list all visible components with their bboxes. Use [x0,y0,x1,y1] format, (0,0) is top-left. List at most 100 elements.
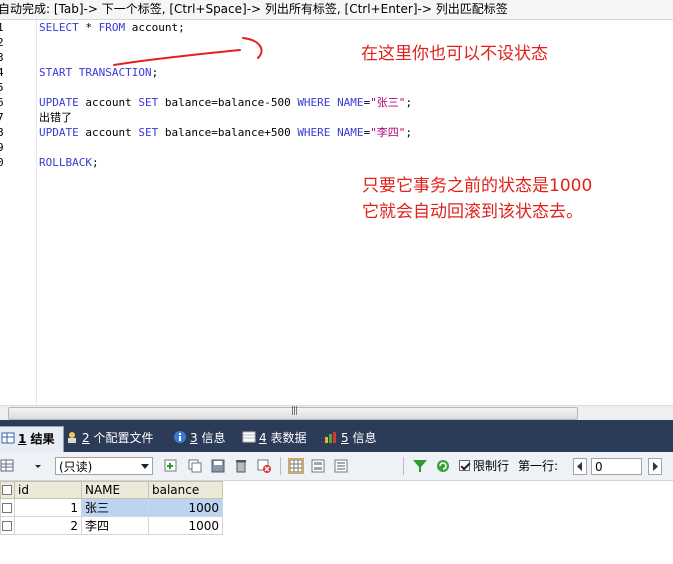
table-icon [242,428,256,443]
result-tabstrip: 1 结果 2 个配置文件 3 信息 4 表数据 5 信息 [0,420,673,452]
result-toolbar: (只读) 限制行 第一行: 0 [0,452,673,481]
tab-info-3[interactable]: 3 信息 [171,426,229,450]
tab-number: 3 [190,431,198,445]
sql-keyword: UPDATE [39,96,79,109]
cell-id[interactable]: 1 [14,498,82,517]
tab-number: 2 [82,431,90,445]
sql-keyword: NAME [337,96,364,109]
sql-keyword: SET [138,96,159,109]
editor-horizontal-scrollbar[interactable]: ||| [0,405,673,420]
add-row-icon[interactable] [163,458,179,474]
delete-icon[interactable] [233,458,249,474]
code-line-6[interactable]: UPDATE account SET balance=balance-500 W… [39,95,412,110]
table-row[interactable]: 2 李四 1000 [0,516,223,535]
info-icon [173,428,187,443]
toolbar-separator [403,457,404,475]
sql-keyword: NAME [337,126,364,139]
profile-icon [65,428,79,443]
tab-label: 信息 [352,431,377,445]
cell-balance[interactable]: 1000 [148,516,223,535]
tab-label: 表数据 [270,431,307,445]
line-number: 8 [0,126,4,139]
sql-text: balance=balance+500 [158,126,298,139]
sql-editor[interactable]: 1 2 3 4 5 6 7 8 9 0 SELECT * FROM accoun… [0,20,673,405]
line-number-gutter: 1 2 3 4 5 6 7 8 9 0 [0,20,37,405]
grid-view-icon[interactable] [0,458,16,474]
grip-icon: ||| [291,406,298,416]
sql-text: ; [91,156,99,169]
previous-page-button[interactable] [573,458,587,475]
select-all-cell[interactable] [0,481,15,499]
tab-label: 结果 [30,432,55,446]
cell-name[interactable]: 李四 [81,516,149,535]
checkbox-icon [2,485,12,495]
autocomplete-hint-text: 自动完成: [Tab]-> 下一个标签, [Ctrl+Space]-> 列出所有… [0,2,508,16]
annotation-rollback-line1: 只要它事务之前的状态是1000 [362,176,593,196]
sql-string: "李四" [370,126,406,139]
line-number: 1 [0,21,4,34]
limit-rows-checkbox[interactable] [459,460,470,471]
tab-number: 1 [18,432,27,446]
chevron-down-icon [141,464,149,469]
cell-id[interactable]: 2 [14,516,82,535]
annotation-rollback-line2: 它就会自动回滚到该状态去。 [362,202,583,222]
text-mode-icon[interactable] [333,458,349,474]
code-line-8[interactable]: UPDATE account SET balance=balance+500 W… [39,125,412,140]
sql-text: ; [405,96,413,109]
cell-name[interactable]: 张三 [81,498,149,517]
line-number: 4 [0,66,4,79]
chevron-down-icon[interactable] [34,458,42,474]
sql-text: account [78,96,139,109]
tab-info-5[interactable]: 5 信息 [322,426,380,450]
sql-text: * [78,21,99,34]
select-value: (只读) [59,460,93,474]
tab-number: 5 [341,431,349,445]
code-line-7[interactable]: 出错了 [39,110,72,125]
duplicate-row-icon[interactable] [187,458,203,474]
column-header-balance[interactable]: balance [148,481,223,499]
sql-keyword: SELECT [39,21,79,34]
sql-keyword: SET [138,126,159,139]
chart-icon [324,428,338,443]
scrollbar-thumb[interactable]: ||| [8,406,578,420]
grid-header-row: id NAME balance [0,481,223,499]
code-line-10[interactable]: ROLLBACK; [39,155,99,170]
line-number: 5 [0,81,4,94]
annotation-no-state: 在这里你也可以不设状态 [361,44,548,64]
refresh-icon[interactable] [435,458,451,474]
cancel-changes-icon[interactable] [256,458,272,474]
table-row[interactable]: 1 张三 1000 [0,498,223,517]
sql-keyword: WHERE [297,126,331,139]
line-number: 9 [0,141,4,154]
column-header-name[interactable]: NAME [81,481,149,499]
sql-string: "张三" [370,96,406,109]
sql-text: account [78,126,139,139]
sql-text: ; [405,126,413,139]
form-mode-icon[interactable] [310,458,326,474]
tab-profile[interactable]: 2 个配置文件 [63,426,157,450]
line-number: 7 [0,111,4,124]
autocomplete-hint-bar: 自动完成: [Tab]-> 下一个标签, [Ctrl+Space]-> 列出所有… [0,0,673,20]
save-icon[interactable] [210,458,226,474]
checkbox-icon [2,502,12,513]
first-row-input[interactable]: 0 [591,458,642,475]
row-selector[interactable] [0,516,15,535]
red-arrow-annotation [113,37,263,66]
tab-number: 4 [259,431,267,445]
tab-table-data[interactable]: 4 表数据 [240,426,310,450]
row-selector[interactable] [0,498,15,517]
limit-rows-label: 限制行 [473,459,510,473]
toolbar-separator [280,457,281,475]
tab-result[interactable]: 1 结果 [0,426,64,452]
filter-icon[interactable] [412,458,428,474]
cell-balance[interactable]: 1000 [148,498,223,517]
result-grid[interactable]: id NAME balance 1 张三 1000 2 李四 1000 [0,481,223,535]
sql-keyword: UPDATE [39,126,79,139]
readonly-mode-select[interactable]: (只读) [55,457,153,475]
grid-mode-icon[interactable] [288,458,304,474]
grid-icon [1,429,15,444]
next-page-button[interactable] [648,458,662,475]
column-header-id[interactable]: id [14,481,82,499]
line-number: 3 [0,51,4,64]
tab-label: 信息 [201,431,226,445]
